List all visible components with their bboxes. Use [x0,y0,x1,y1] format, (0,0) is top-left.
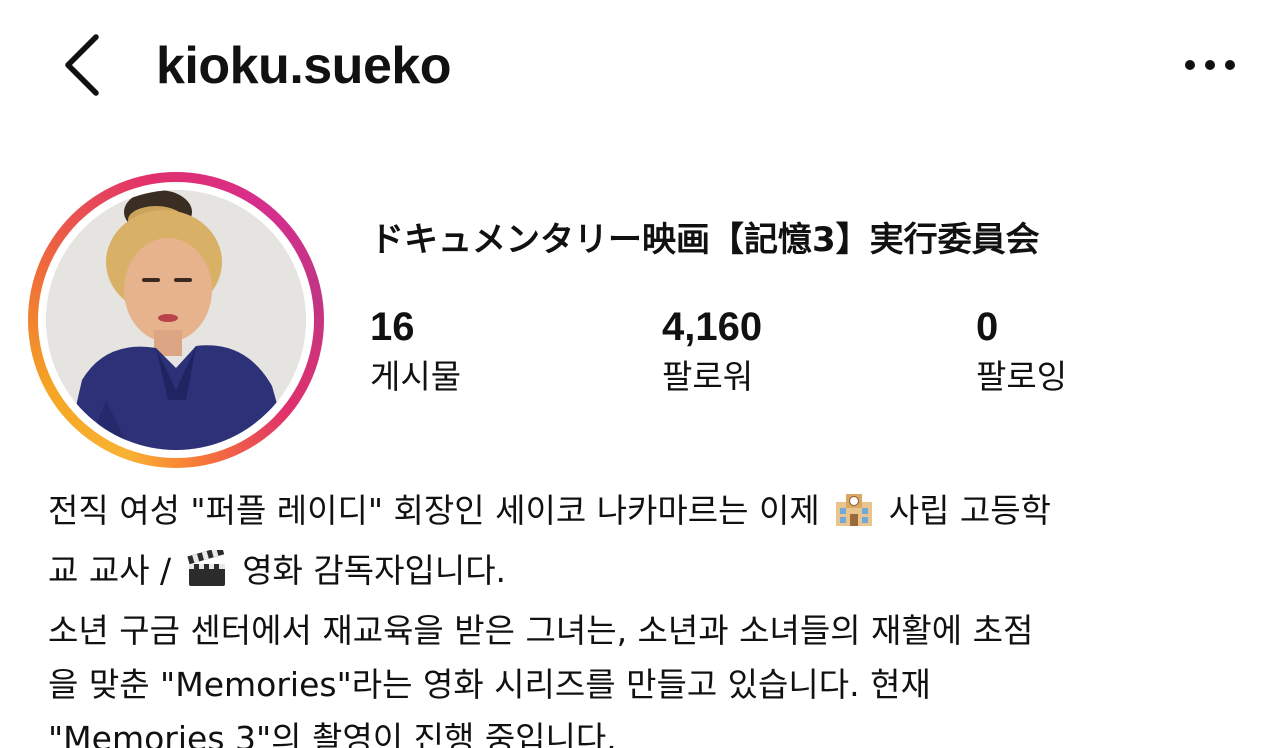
school-icon [834,490,874,544]
more-options-button[interactable] [1180,40,1240,90]
profile-username: kioku.sueko [156,37,452,95]
stat-following-label: 팔로잉 [976,357,1068,396]
bio-text: 교 교사 / [48,551,172,590]
stat-followers[interactable]: 4,160 팔로워 [662,302,762,402]
bio-line: 소년 구금 센터에서 재교육을 받은 그녀는, 소년과 소녀들의 재활에 초점 [48,611,1034,650]
stat-posts-count: 16 [370,305,415,349]
bio-line: 을 맞춘 "Memories"라는 영화 시리즈를 만들고 있습니다. 현재 [48,665,931,704]
avatar [46,190,306,450]
avatar-story-ring[interactable] [28,172,324,468]
bio-line: "Memories 3"의 촬영이 진행 중입니다. [48,719,617,748]
stat-followers-count: 4,160 [662,305,763,349]
stat-posts[interactable]: 16 게시물 [370,302,461,402]
profile-page: kioku.sueko ドキュメンタリー映画【記憶3】実行委員会 16 게시물 … [0,0,1280,748]
stat-posts-label: 게시물 [370,357,462,396]
avatar-photo [46,190,306,450]
chevron-left-icon [65,34,99,96]
stat-following[interactable]: 0 팔로잉 [976,302,1067,402]
more-horizontal-icon [1185,60,1235,70]
bio-line: 교 교사 / 영화 감독자입니다. [48,544,1248,604]
bio-text: 전직 여성 "퍼플 레이디" 회장인 세이코 나카마르는 이제 [48,491,820,530]
profile-display-name: ドキュメンタリー映画【記憶3】実行委員会 [370,220,1040,260]
bio-line: 전직 여성 "퍼플 레이디" 회장인 세이코 나카마르는 이제 사립 고등학 [48,484,1248,544]
clapper-board-icon [186,546,228,604]
stat-followers-label: 팔로워 [662,357,754,396]
back-button[interactable] [52,30,112,100]
bio-text: 영화 감독자입니다. [242,551,507,590]
stat-following-count: 0 [976,305,999,349]
bio-text: 사립 고등학 [888,491,1052,530]
profile-bio: 전직 여성 "퍼플 레이디" 회장인 세이코 나카마르는 이제 사립 고등학 교… [48,484,1248,748]
